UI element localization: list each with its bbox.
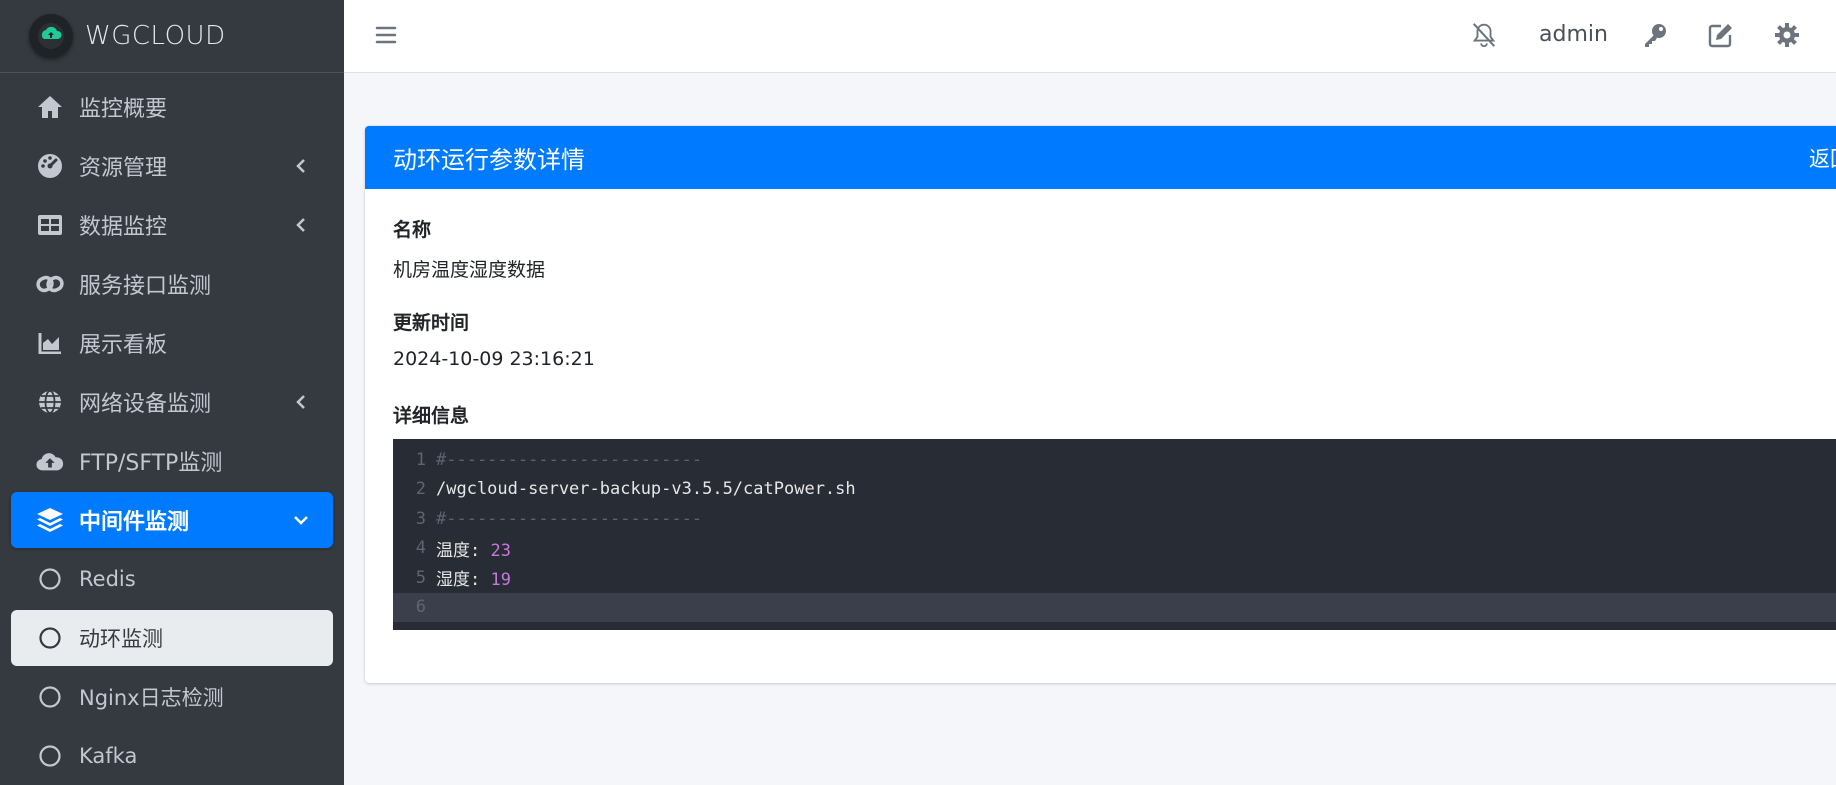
dashboard-gauge-icon (36, 152, 64, 180)
code-key: 温度: (436, 540, 491, 561)
detail-card: 动环运行参数详情 返回 名称 机房温度湿度数据 更新时间 2024-10-09 … (365, 126, 1836, 683)
code-text: #------------------------- (436, 508, 703, 529)
code-editor[interactable]: 1 #------------------------- 2 /wgcloud-… (393, 439, 1836, 630)
line-number: 6 (415, 597, 426, 618)
code-line: 3 #------------------------- (393, 504, 1836, 534)
circle-icon (36, 742, 64, 770)
sidebar-item-label: Nginx日志检测 (79, 686, 224, 710)
code-line: 2 /wgcloud-server-backup-v3.5.5/catPower… (393, 475, 1836, 505)
link-icon (36, 270, 64, 298)
sidebar-item-label: Kafka (79, 744, 138, 768)
brand-logo-icon (29, 14, 73, 58)
code-number: 23 (490, 540, 511, 561)
card-body: 名称 机房温度湿度数据 更新时间 2024-10-09 23:16:21 详细信… (365, 189, 1836, 630)
sidebar-item-ftp[interactable]: FTP/SFTP监测 (11, 433, 333, 489)
edit-icon[interactable] (1707, 21, 1735, 49)
table-icon (36, 211, 64, 239)
card-title: 动环运行参数详情 (393, 146, 585, 174)
username[interactable]: admin (1539, 22, 1608, 47)
update-time-label: 更新时间 (393, 312, 470, 334)
update-time-value: 2024-10-09 23:16:21 (393, 348, 595, 370)
sidebar-item-resources[interactable]: 资源管理 (11, 138, 333, 194)
sidebar-item-label: 中间件监测 (79, 510, 190, 535)
key-icon[interactable] (1641, 21, 1669, 49)
code-key: 湿度: (436, 570, 491, 591)
sidebar-item-label: 监控概要 (79, 97, 168, 122)
code-text: 湿度: 19 (430, 565, 511, 590)
globe-icon (36, 388, 64, 416)
home-icon (36, 93, 64, 121)
line-number: 2 (415, 479, 426, 500)
sidebar-item-label: FTP/SFTP监测 (79, 451, 223, 476)
sidebar-subitem-nginx-log[interactable]: Nginx日志检测 (11, 669, 333, 725)
line-number: 3 (415, 508, 426, 529)
code-line: 1 #------------------------- (393, 445, 1836, 475)
sidebar-item-middleware[interactable]: 中间件监测 (11, 492, 333, 548)
brand-name: WGCLOUD (85, 21, 226, 51)
sidebar-item-api-monitor[interactable]: 服务接口监测 (11, 256, 333, 312)
sidebar-item-network[interactable]: 网络设备监测 (11, 374, 333, 430)
sidebar-item-overview[interactable]: 监控概要 (11, 79, 333, 135)
gear-icon[interactable] (1773, 21, 1801, 49)
card-header: 动环运行参数详情 返回 (365, 126, 1836, 189)
line-number: 5 (415, 567, 426, 588)
code-line-current: 6 (393, 592, 1836, 622)
chevron-down-icon (294, 516, 308, 525)
code-text: 温度: 23 (430, 536, 511, 561)
circle-icon (36, 565, 64, 593)
cloud-upload-icon (36, 447, 64, 475)
sidebar-item-label: 展示看板 (79, 333, 168, 358)
sidebar-item-label: 网络设备监测 (79, 392, 212, 417)
code-line: 5 湿度: 19 (393, 563, 1836, 593)
sidebar-subitem-kafka[interactable]: Kafka (11, 728, 333, 784)
circle-icon (36, 683, 64, 711)
sidebar: WGCLOUD 监控概要 资源管理 数据监控 服务接口监测 展示看板 网络设备监… (0, 0, 344, 785)
menu-icon[interactable] (374, 23, 400, 49)
detail-label: 详细信息 (393, 405, 470, 427)
sidebar-item-label: 资源管理 (79, 156, 168, 181)
code-text: /wgcloud-server-backup-v3.5.5/catPower.s… (436, 479, 856, 500)
code-number: 19 (490, 570, 511, 591)
layers-icon (36, 506, 64, 534)
back-link[interactable]: 返回 (1809, 143, 1836, 173)
sidebar-item-label: Redis (79, 567, 136, 591)
sidebar-subitem-power-env[interactable]: 动环监测 (11, 610, 333, 666)
code-line: 4 温度: 23 (393, 534, 1836, 564)
sidebar-item-label: 动环监测 (79, 627, 163, 651)
name-label: 名称 (393, 219, 432, 241)
chevron-left-icon (296, 218, 305, 232)
sidebar-subitem-redis[interactable]: Redis (11, 551, 333, 607)
line-number: 4 (415, 538, 426, 559)
name-value: 机房温度湿度数据 (393, 259, 546, 281)
sidebar-item-data-monitor[interactable]: 数据监控 (11, 197, 333, 253)
bell-slash-icon[interactable] (1470, 21, 1498, 49)
chevron-left-icon (296, 159, 305, 173)
sidebar-menu: 监控概要 资源管理 数据监控 服务接口监测 展示看板 网络设备监测 FTP/SF… (0, 79, 344, 784)
circle-icon (36, 624, 64, 652)
sidebar-item-label: 服务接口监测 (79, 274, 212, 299)
brand[interactable]: WGCLOUD (0, 0, 344, 73)
sidebar-item-dashboard[interactable]: 展示看板 (11, 315, 333, 371)
sidebar-item-label: 数据监控 (79, 215, 168, 240)
area-chart-icon (36, 329, 64, 357)
line-number: 1 (415, 449, 426, 470)
chevron-left-icon (296, 395, 305, 409)
code-text: #------------------------- (436, 449, 703, 470)
top-navbar: admin (344, 0, 1836, 73)
